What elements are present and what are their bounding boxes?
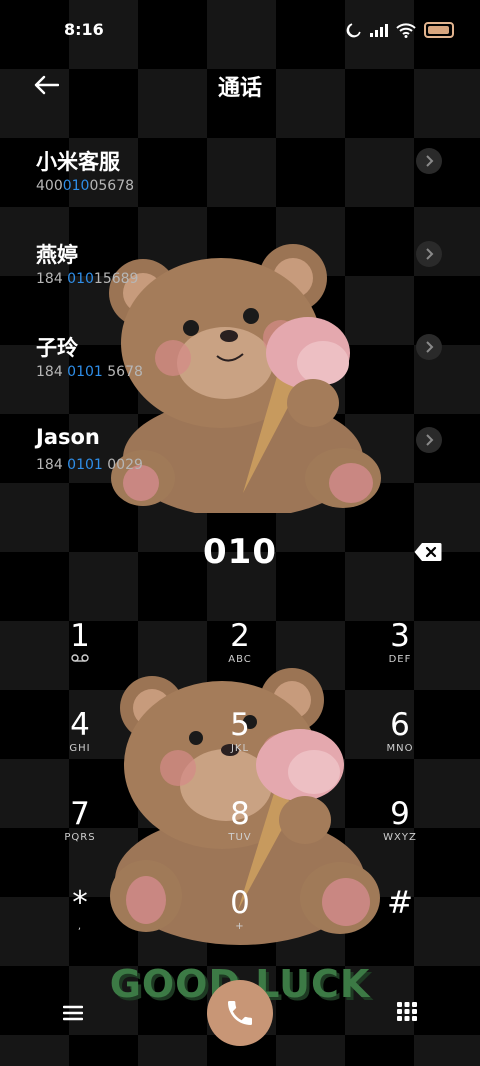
number-part: 184 — [36, 457, 68, 473]
key-letters: DEF — [388, 654, 412, 665]
contact-name: Jason — [36, 425, 100, 449]
status-icons — [346, 22, 454, 38]
number-match: 0101 — [67, 457, 103, 473]
key-0[interactable]: 0 + — [160, 885, 320, 971]
contact-number: 184 0101 0029 — [36, 457, 143, 473]
number-part: 400 — [36, 178, 63, 194]
chevron-right-icon — [426, 341, 434, 353]
key-letters: WXYZ — [383, 832, 417, 843]
signal-icon — [370, 24, 388, 37]
key-letters: PQRS — [64, 832, 96, 843]
contact-detail-button[interactable] — [416, 241, 442, 267]
key-letters: MNO — [386, 743, 414, 754]
number-part: 15689 — [93, 271, 139, 287]
key-letters: GHI — [69, 743, 91, 754]
key-3[interactable]: 3 DEF — [320, 618, 480, 704]
call-button[interactable] — [207, 980, 273, 1046]
key-5[interactable]: 5 JKL — [160, 707, 320, 793]
contact-name: 燕婷 — [36, 243, 78, 267]
key-digit: 8 — [230, 796, 250, 832]
chevron-right-icon — [426, 434, 434, 446]
key-letters — [0, 654, 160, 665]
key-digit: 2 — [230, 618, 250, 654]
key-letters: ABC — [228, 654, 252, 665]
key-7[interactable]: 7 PQRS — [0, 796, 160, 882]
key-letters: TUV — [228, 832, 252, 843]
page-title: 通话 — [217, 76, 262, 101]
contact-item[interactable]: Jason 184 0101 0029 — [0, 409, 480, 502]
menu-button[interactable] — [58, 998, 88, 1028]
dialpad-icon — [397, 1002, 417, 1021]
contact-item[interactable]: 子玲 184 0101 5678 — [0, 316, 480, 409]
contact-number: 184 01015689 — [36, 271, 138, 287]
status-bar: 8:16 — [0, 0, 480, 62]
number-part: 05678 — [89, 178, 135, 194]
key-star[interactable]: * , — [0, 885, 160, 971]
key-6[interactable]: 6 MNO — [320, 707, 480, 793]
key-2[interactable]: 2 ABC — [160, 618, 320, 704]
number-match: 010 — [62, 178, 90, 194]
key-4[interactable]: 4 GHI — [0, 707, 160, 793]
bottom-bar — [0, 980, 480, 1050]
key-digit: # — [387, 885, 413, 921]
chevron-right-icon — [426, 248, 434, 260]
header: 通话 — [0, 62, 480, 112]
contact-name: 小米客服 — [36, 150, 120, 174]
contact-suggestions: 小米客服 40001005678 燕婷 184 01015689 子玲 184 … — [0, 130, 480, 502]
key-digit: 5 — [230, 707, 250, 743]
dialer-display: 010 — [0, 520, 480, 588]
voicemail-icon — [71, 654, 89, 662]
key-letters: , — [77, 921, 83, 932]
battery-icon — [424, 22, 454, 38]
number-part: 5678 — [102, 364, 143, 380]
key-9[interactable]: 9 WXYZ — [320, 796, 480, 882]
key-digit: 6 — [390, 707, 410, 743]
key-digit: * — [72, 885, 88, 921]
number-match: 010 — [67, 271, 94, 287]
key-1[interactable]: 1 — [0, 618, 160, 704]
chevron-right-icon — [426, 155, 434, 167]
key-digit: 0 — [230, 885, 250, 921]
contact-item[interactable]: 燕婷 184 01015689 — [0, 223, 480, 316]
contact-detail-button[interactable] — [416, 334, 442, 360]
battery-level — [428, 26, 449, 34]
phone-icon — [228, 1001, 252, 1025]
key-digit: 3 — [390, 618, 410, 654]
contact-item[interactable]: 小米客服 40001005678 — [0, 130, 480, 223]
status-time: 8:16 — [64, 20, 104, 39]
backspace-icon — [414, 543, 442, 561]
key-8[interactable]: 8 TUV — [160, 796, 320, 882]
delete-button[interactable] — [414, 542, 442, 566]
contact-number: 184 0101 5678 — [36, 364, 143, 380]
number-match: 0101 — [67, 364, 103, 380]
contact-name: 子玲 — [36, 336, 78, 360]
number-part: 184 — [36, 364, 68, 380]
dialed-number: 010 — [203, 532, 277, 572]
key-letters: JKL — [230, 743, 250, 754]
number-part: 0029 — [102, 457, 143, 473]
menu-icon — [63, 1005, 83, 1021]
dialpad-toggle-button[interactable] — [392, 998, 422, 1028]
key-digit: 1 — [70, 618, 90, 654]
key-letters: + — [235, 921, 245, 932]
contact-number: 40001005678 — [36, 178, 134, 194]
number-part: 184 — [36, 271, 68, 287]
moon-icon — [346, 23, 361, 38]
key-digit: 7 — [70, 796, 90, 832]
key-digit: 9 — [390, 796, 410, 832]
key-hash[interactable]: # — [320, 885, 480, 971]
wifi-icon — [396, 22, 416, 38]
key-digit: 4 — [70, 707, 90, 743]
contact-detail-button[interactable] — [416, 427, 442, 453]
contact-detail-button[interactable] — [416, 148, 442, 174]
